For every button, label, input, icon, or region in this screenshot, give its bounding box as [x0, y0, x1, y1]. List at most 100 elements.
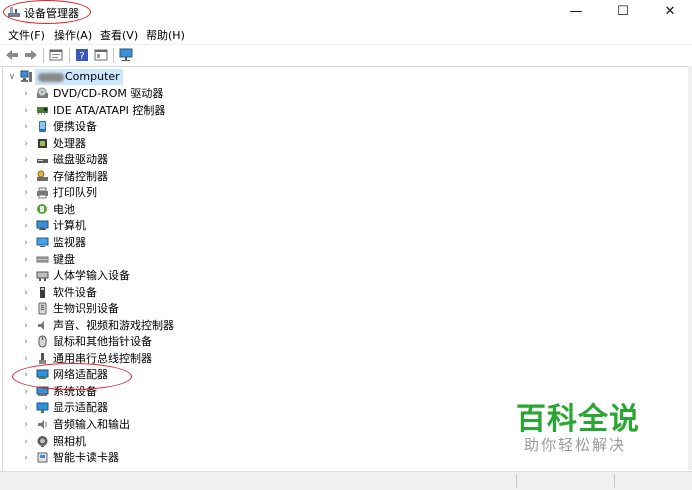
monitor-icon	[36, 237, 49, 247]
expand-toggle[interactable]: ›	[21, 268, 31, 284]
usb-icon	[39, 353, 46, 364]
tree-item-label: 网络适配器	[53, 368, 108, 381]
tree-item-label: 鼠标和其他指针设备	[53, 335, 152, 348]
processor-icon	[38, 139, 47, 148]
tree-item-label: 声音、视频和游戏控制器	[53, 319, 174, 332]
menu-action[interactable]: 操作(A)	[54, 27, 92, 43]
portable-device-icon	[39, 121, 46, 132]
printer-icon	[37, 187, 48, 199]
view-window-icon[interactable]	[93, 47, 109, 63]
tree-item-row[interactable]: › 显示适配器	[3, 400, 303, 416]
expand-toggle[interactable]: ›	[21, 136, 31, 152]
tree-item-row[interactable]: › 照相机	[3, 434, 303, 450]
tree-item-row[interactable]: › 声音、视频和游戏控制器	[3, 318, 303, 334]
expand-toggle[interactable]: ›	[21, 235, 31, 251]
storage-controller-icon	[37, 170, 48, 181]
tree-root-row[interactable]: ∨ Computer	[3, 69, 203, 85]
expand-toggle[interactable]: ›	[21, 334, 31, 350]
tree-item-label: 人体学输入设备	[53, 269, 130, 282]
tree-item-row[interactable]: › 智能卡读卡器	[3, 450, 303, 466]
menu-file[interactable]: 文件(F)	[8, 27, 45, 43]
tree-item-row[interactable]: › 电池	[3, 202, 303, 218]
camera-icon	[37, 436, 48, 447]
expand-toggle[interactable]: ›	[21, 252, 31, 268]
window-title: 设备管理器	[24, 7, 79, 20]
tree-item-row[interactable]: › 音频输入和输出	[3, 417, 303, 433]
computer-name-text: Computer	[65, 70, 120, 83]
expand-toggle[interactable]: ›	[21, 367, 31, 383]
forward-arrow-icon[interactable]	[23, 47, 39, 63]
back-arrow-icon[interactable]	[4, 47, 20, 63]
menu-bar: 文件(F) 操作(A) 查看(V) 帮助(H)	[0, 25, 692, 43]
expand-toggle[interactable]: ›	[21, 218, 31, 234]
software-device-icon	[40, 287, 45, 298]
tree-item-row[interactable]: › 系统设备	[3, 384, 303, 400]
expand-toggle[interactable]: ›	[21, 450, 31, 466]
expand-toggle[interactable]: ›	[21, 152, 31, 168]
network-adapter-icon	[36, 369, 49, 379]
system-device-icon	[36, 386, 49, 396]
menu-view[interactable]: 查看(V)	[100, 27, 138, 43]
tree-item-row[interactable]: › DVD/CD-ROM 驱动器	[3, 86, 303, 102]
expand-toggle[interactable]: ∨	[7, 69, 17, 85]
watermark-title: 百科全说	[516, 402, 640, 437]
tree-item-row[interactable]: › 存储控制器	[3, 169, 303, 185]
speaker-icon	[38, 321, 44, 330]
tree-item-row[interactable]: › 打印队列	[3, 185, 303, 201]
expand-toggle[interactable]: ›	[21, 417, 31, 433]
expand-toggle[interactable]: ›	[21, 318, 31, 334]
redacted-name-blur	[38, 72, 64, 82]
close-button[interactable]: ✕	[647, 0, 692, 24]
biometric-icon	[38, 302, 47, 315]
minimize-button[interactable]: —	[553, 0, 599, 24]
tree-item-row[interactable]: › 计算机	[3, 218, 303, 234]
hid-icon	[36, 271, 49, 281]
tree-item-row[interactable]: › 监视器	[3, 235, 303, 251]
tree-item-row[interactable]: › 通用串行总线控制器	[3, 351, 303, 367]
expand-toggle[interactable]: ›	[21, 301, 31, 317]
device-manager-icon	[8, 7, 20, 17]
mouse-icon	[38, 335, 47, 348]
expand-toggle[interactable]: ›	[21, 285, 31, 301]
expand-toggle[interactable]: ›	[21, 202, 31, 218]
maximize-button[interactable]: ☐	[600, 0, 646, 24]
tree-item-row[interactable]: › 键盘	[3, 252, 303, 268]
tree-item-label: 通用串行总线控制器	[53, 352, 152, 365]
vertical-scrollbar[interactable]	[688, 66, 692, 470]
properties-icon[interactable]	[48, 47, 64, 63]
tree-item-label: 处理器	[53, 137, 86, 150]
keyboard-icon	[36, 256, 49, 263]
tree-item-label: 便携设备	[53, 120, 97, 133]
tree-item-row[interactable]: › 便携设备	[3, 119, 303, 135]
scan-hardware-icon[interactable]	[118, 47, 134, 63]
tree-item-label: 显示适配器	[53, 401, 108, 414]
tree-item-row[interactable]: › 人体学输入设备	[3, 268, 303, 284]
expand-toggle[interactable]: ›	[21, 86, 31, 102]
expand-toggle[interactable]: ›	[21, 434, 31, 450]
expand-toggle[interactable]: ›	[21, 103, 31, 119]
tree-item-label: 存储控制器	[53, 170, 108, 183]
svg-text:?: ?	[79, 51, 84, 62]
status-bar	[0, 471, 692, 490]
tree-item-label: 软件设备	[53, 286, 97, 299]
expand-toggle[interactable]: ›	[21, 119, 31, 135]
tree-item-row[interactable]: › 鼠标和其他指针设备	[3, 334, 303, 350]
expand-toggle[interactable]: ›	[21, 400, 31, 416]
menu-help[interactable]: 帮助(H)	[146, 27, 185, 43]
expand-toggle[interactable]: ›	[21, 185, 31, 201]
battery-icon	[37, 204, 47, 214]
tree-item-row[interactable]: › 生物识别设备	[3, 301, 303, 317]
help-icon[interactable]: ?	[74, 47, 90, 63]
tree-item-row[interactable]: › 软件设备	[3, 285, 303, 301]
tree-item-label: 智能卡读卡器	[53, 451, 119, 464]
status-divider	[614, 474, 615, 488]
expand-toggle[interactable]: ›	[21, 351, 31, 367]
expand-toggle[interactable]: ›	[21, 384, 31, 400]
tree-item-row[interactable]: › 网络适配器	[3, 367, 303, 383]
expand-toggle[interactable]: ›	[21, 169, 31, 185]
status-divider	[516, 474, 517, 488]
tree-item-row[interactable]: › IDE ATA/ATAPI 控制器	[3, 103, 303, 119]
tree-item-label: 系统设备	[53, 385, 97, 398]
tree-item-row[interactable]: › 磁盘驱动器	[3, 152, 303, 168]
tree-item-row[interactable]: › 处理器	[3, 136, 303, 152]
